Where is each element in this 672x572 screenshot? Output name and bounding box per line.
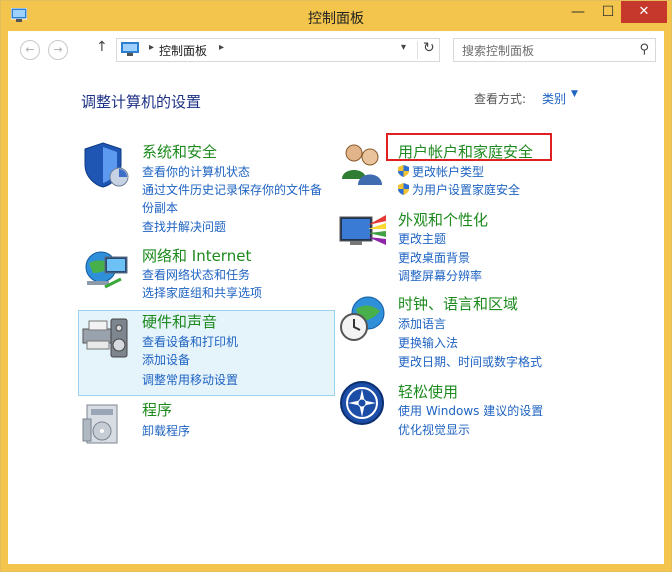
- highlight-box-user-accounts: [386, 133, 552, 161]
- link-file-history[interactable]: 通过文件历史记录保存你的文件备: [142, 181, 322, 198]
- control-panel-window: 控制面板 — ☐ ✕ ← → ↑ ▸ 控制面板 ▸ ▾ ↻ 搜索控制面板 ⚲ 调…: [0, 0, 672, 572]
- page-title: 调整计算机的设置: [81, 93, 202, 111]
- breadcrumb-control-panel[interactable]: 控制面板: [159, 42, 207, 59]
- link-optimize-visual-display[interactable]: 优化视觉显示: [398, 421, 470, 438]
- uac-shield-icon: [398, 183, 409, 195]
- network-globe-icon: [85, 251, 128, 289]
- link-add-device[interactable]: 添加设备: [142, 351, 190, 368]
- printer-speaker-icon: [82, 318, 128, 358]
- uac-shield-icon: [398, 165, 409, 177]
- divider: [417, 41, 418, 59]
- link-devices-printers[interactable]: 查看设备和打印机: [142, 333, 238, 350]
- view-by-dropdown[interactable]: 类别: [542, 90, 566, 107]
- category-title[interactable]: 硬件和声音: [142, 311, 217, 332]
- client-area: ← → ↑ ▸ 控制面板 ▸ ▾ ↻ 搜索控制面板 ⚲ 调整计算机的设置 查看方…: [8, 31, 664, 564]
- link-view-computer-status[interactable]: 查看你的计算机状态: [142, 163, 250, 180]
- link-troubleshoot[interactable]: 查找并解决问题: [142, 218, 226, 235]
- category-title[interactable]: 时钟、语言和区域: [398, 293, 518, 314]
- link-homegroup-sharing[interactable]: 选择家庭组和共享选项: [142, 284, 262, 301]
- navigation-bar: ← → ↑ ▸ 控制面板 ▸ ▾ ↻ 搜索控制面板 ⚲: [8, 31, 664, 69]
- ease-of-access-icon: [340, 381, 384, 425]
- address-bar[interactable]: ▸ 控制面板 ▸ ▾ ↻: [116, 38, 440, 62]
- search-input[interactable]: 搜索控制面板: [462, 42, 534, 59]
- link-family-safety[interactable]: 为用户设置家庭安全: [398, 181, 520, 198]
- link-windows-suggested-settings[interactable]: 使用 Windows 建议的设置: [398, 402, 543, 419]
- chevron-down-icon[interactable]: ▼: [571, 89, 578, 99]
- chevron-right-icon[interactable]: ▸: [219, 42, 224, 53]
- link-change-desktop-background[interactable]: 更改桌面背景: [398, 249, 470, 266]
- clock-globe-icon: [340, 296, 385, 341]
- link-label: 为用户设置家庭安全: [412, 183, 521, 197]
- chevron-right-icon[interactable]: ▸: [149, 42, 154, 53]
- close-button[interactable]: ✕: [621, 1, 667, 23]
- link-network-status[interactable]: 查看网络状态和任务: [142, 266, 250, 283]
- category-title[interactable]: 外观和个性化: [398, 209, 488, 230]
- minimize-button[interactable]: —: [564, 1, 592, 23]
- link-date-time-format[interactable]: 更改日期、时间或数字格式: [398, 353, 542, 370]
- link-file-history-continued[interactable]: 份副本: [142, 199, 178, 216]
- programs-icon: [82, 404, 118, 444]
- appearance-icon: [339, 215, 386, 245]
- category-title[interactable]: 轻松使用: [398, 381, 458, 402]
- link-change-theme[interactable]: 更改主题: [398, 230, 446, 247]
- shield-icon: [84, 142, 129, 188]
- title-bar[interactable]: 控制面板 — ☐ ✕: [1, 1, 671, 31]
- search-box[interactable]: 搜索控制面板 ⚲: [453, 38, 656, 62]
- link-uninstall-program[interactable]: 卸载程序: [142, 422, 190, 439]
- category-title[interactable]: 系统和安全: [142, 141, 217, 162]
- link-change-input-method[interactable]: 更换输入法: [398, 334, 458, 351]
- control-panel-icon: [121, 42, 139, 56]
- refresh-button[interactable]: ↻: [423, 40, 435, 56]
- link-label: 更改帐户类型: [412, 165, 485, 179]
- category-title[interactable]: 网络和 Internet: [142, 245, 251, 266]
- window-bottom-border: [1, 564, 671, 571]
- up-button[interactable]: ↑: [96, 39, 108, 55]
- maximize-button[interactable]: ☐: [594, 1, 622, 23]
- users-icon: [342, 144, 382, 185]
- category-title[interactable]: 程序: [142, 399, 172, 420]
- view-by-label: 查看方式:: [474, 92, 527, 106]
- link-add-language[interactable]: 添加语言: [398, 315, 446, 332]
- search-icon[interactable]: ⚲: [639, 42, 649, 57]
- chevron-down-icon[interactable]: ▾: [401, 42, 406, 53]
- link-mobility-settings[interactable]: 调整常用移动设置: [142, 371, 238, 388]
- back-button[interactable]: ←: [20, 40, 40, 60]
- link-change-account-type[interactable]: 更改帐户类型: [398, 163, 484, 180]
- forward-button[interactable]: →: [48, 40, 68, 60]
- link-screen-resolution[interactable]: 调整屏幕分辨率: [398, 267, 482, 284]
